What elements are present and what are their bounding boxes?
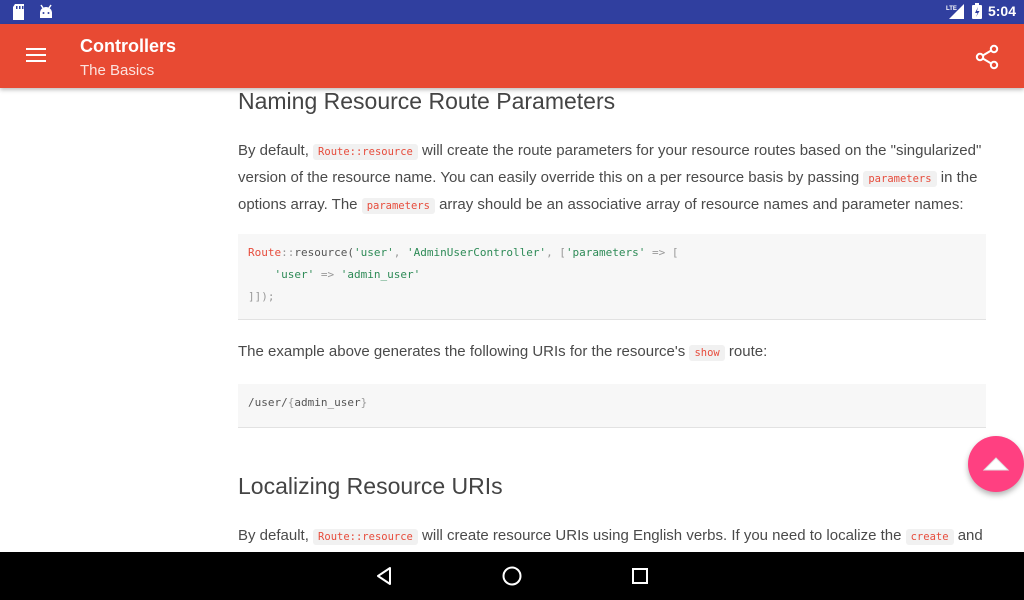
text: The example above generates the followin…	[238, 343, 690, 360]
menu-button[interactable]	[20, 44, 52, 68]
inline-code: parameters	[863, 171, 937, 187]
scroll-to-top-button[interactable]	[968, 436, 1024, 492]
inline-code: Route::resource	[313, 529, 418, 545]
chevron-up-icon	[982, 457, 1010, 471]
text: array should be an associative array of …	[434, 196, 964, 213]
article-content: Naming Resource Route Parameters By defa…	[238, 88, 998, 552]
home-icon	[502, 566, 522, 586]
system-nav-bar	[0, 552, 1024, 600]
page-subtitle: The Basics	[80, 62, 155, 79]
inline-code: create	[905, 529, 954, 545]
code-line: ]]);	[248, 290, 275, 303]
text: By default,	[238, 527, 314, 544]
inline-code: show	[689, 345, 725, 361]
code-line: Route::resource('user', 'AdminUserContro…	[248, 246, 679, 259]
code-line: 'user' => 'admin_user'	[274, 268, 421, 281]
paragraph-show-route: The example above generates the followin…	[238, 339, 988, 366]
text: By default,	[238, 142, 314, 159]
recents-icon	[632, 568, 648, 584]
back-button[interactable]	[372, 564, 396, 588]
section-heading-localizing: Localizing Resource URIs	[238, 473, 503, 499]
svg-text:LTE: LTE	[946, 6, 957, 12]
paragraph-route-parameters: By default, Route::resource will create …	[238, 138, 988, 219]
uri-code-block: /user/{admin_user}	[238, 384, 986, 428]
signal-icon: LTE	[946, 4, 964, 19]
inline-code: parameters	[361, 198, 435, 214]
status-right: LTE 5:04	[946, 3, 1016, 19]
sd-card-icon	[13, 4, 24, 20]
status-bar: LTE 5:04	[0, 0, 1024, 24]
inline-code: Route::resource	[313, 144, 418, 160]
clock: 5:04	[987, 3, 1016, 19]
notification-icons	[12, 4, 54, 20]
text: will create resource URIs using English …	[417, 527, 906, 544]
share-icon	[975, 44, 999, 70]
code-block: Route::resource('user', 'AdminUserContro…	[238, 234, 986, 320]
paragraph-localizing: By default, Route::resource will create …	[238, 523, 988, 550]
share-button[interactable]	[974, 44, 1000, 70]
text: and	[953, 527, 983, 544]
recents-button[interactable]	[628, 564, 652, 588]
app-bar: Controllers The Basics	[0, 24, 1024, 88]
menu-icon	[20, 48, 52, 62]
section-heading-route-parameters: Naming Resource Route Parameters	[238, 88, 616, 114]
battery-charging-icon	[971, 3, 982, 19]
android-debug-icon	[40, 4, 52, 18]
back-icon	[377, 567, 391, 585]
page-title: Controllers	[80, 36, 177, 56]
text: route:	[724, 343, 768, 360]
home-button[interactable]	[500, 564, 524, 588]
